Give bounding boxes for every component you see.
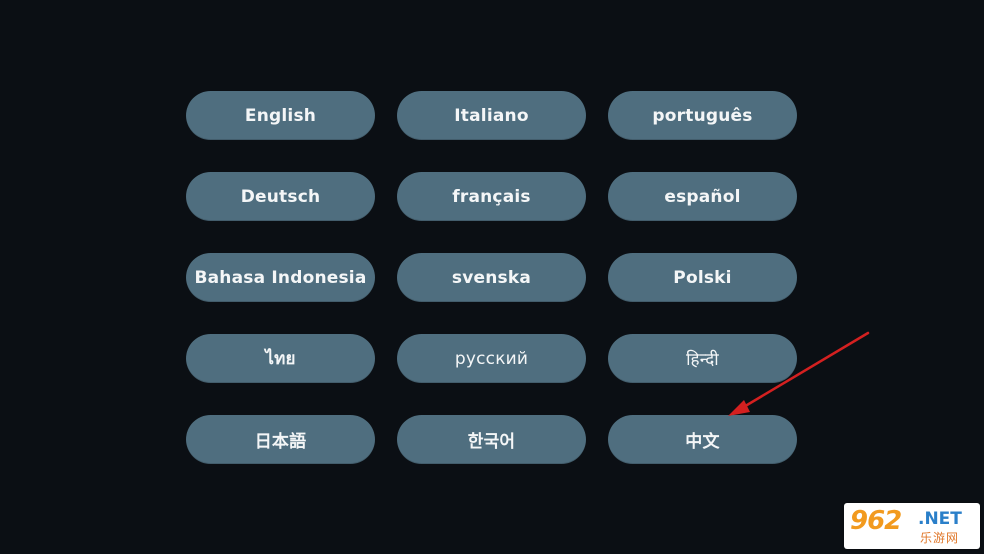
watermark-site-name: 乐游网 (920, 531, 960, 545)
language-button-chinese[interactable]: 中文 (608, 415, 797, 464)
language-button-bahasa-indonesia[interactable]: Bahasa Indonesia (186, 253, 375, 302)
language-button-italiano[interactable]: Italiano (397, 91, 586, 140)
language-grid: English Italiano português Deutsch franç… (186, 91, 797, 464)
language-button-hindi[interactable]: हिन्दी (608, 334, 797, 383)
language-button-deutsch[interactable]: Deutsch (186, 172, 375, 221)
language-button-korean[interactable]: 한국어 (397, 415, 586, 464)
language-button-polski[interactable]: Polski (608, 253, 797, 302)
language-button-svenska[interactable]: svenska (397, 253, 586, 302)
watermark-logo: 962 (850, 506, 902, 536)
language-button-japanese[interactable]: 日本語 (186, 415, 375, 464)
language-button-francais[interactable]: français (397, 172, 586, 221)
language-button-thai[interactable]: ไทย (186, 334, 375, 383)
language-button-espanol[interactable]: español (608, 172, 797, 221)
site-watermark: 962 .NET 乐游网 (844, 503, 980, 549)
language-button-english[interactable]: English (186, 91, 375, 140)
watermark-suffix: .NET (918, 509, 962, 529)
language-button-portugues[interactable]: português (608, 91, 797, 140)
language-button-russian[interactable]: русский (397, 334, 586, 383)
